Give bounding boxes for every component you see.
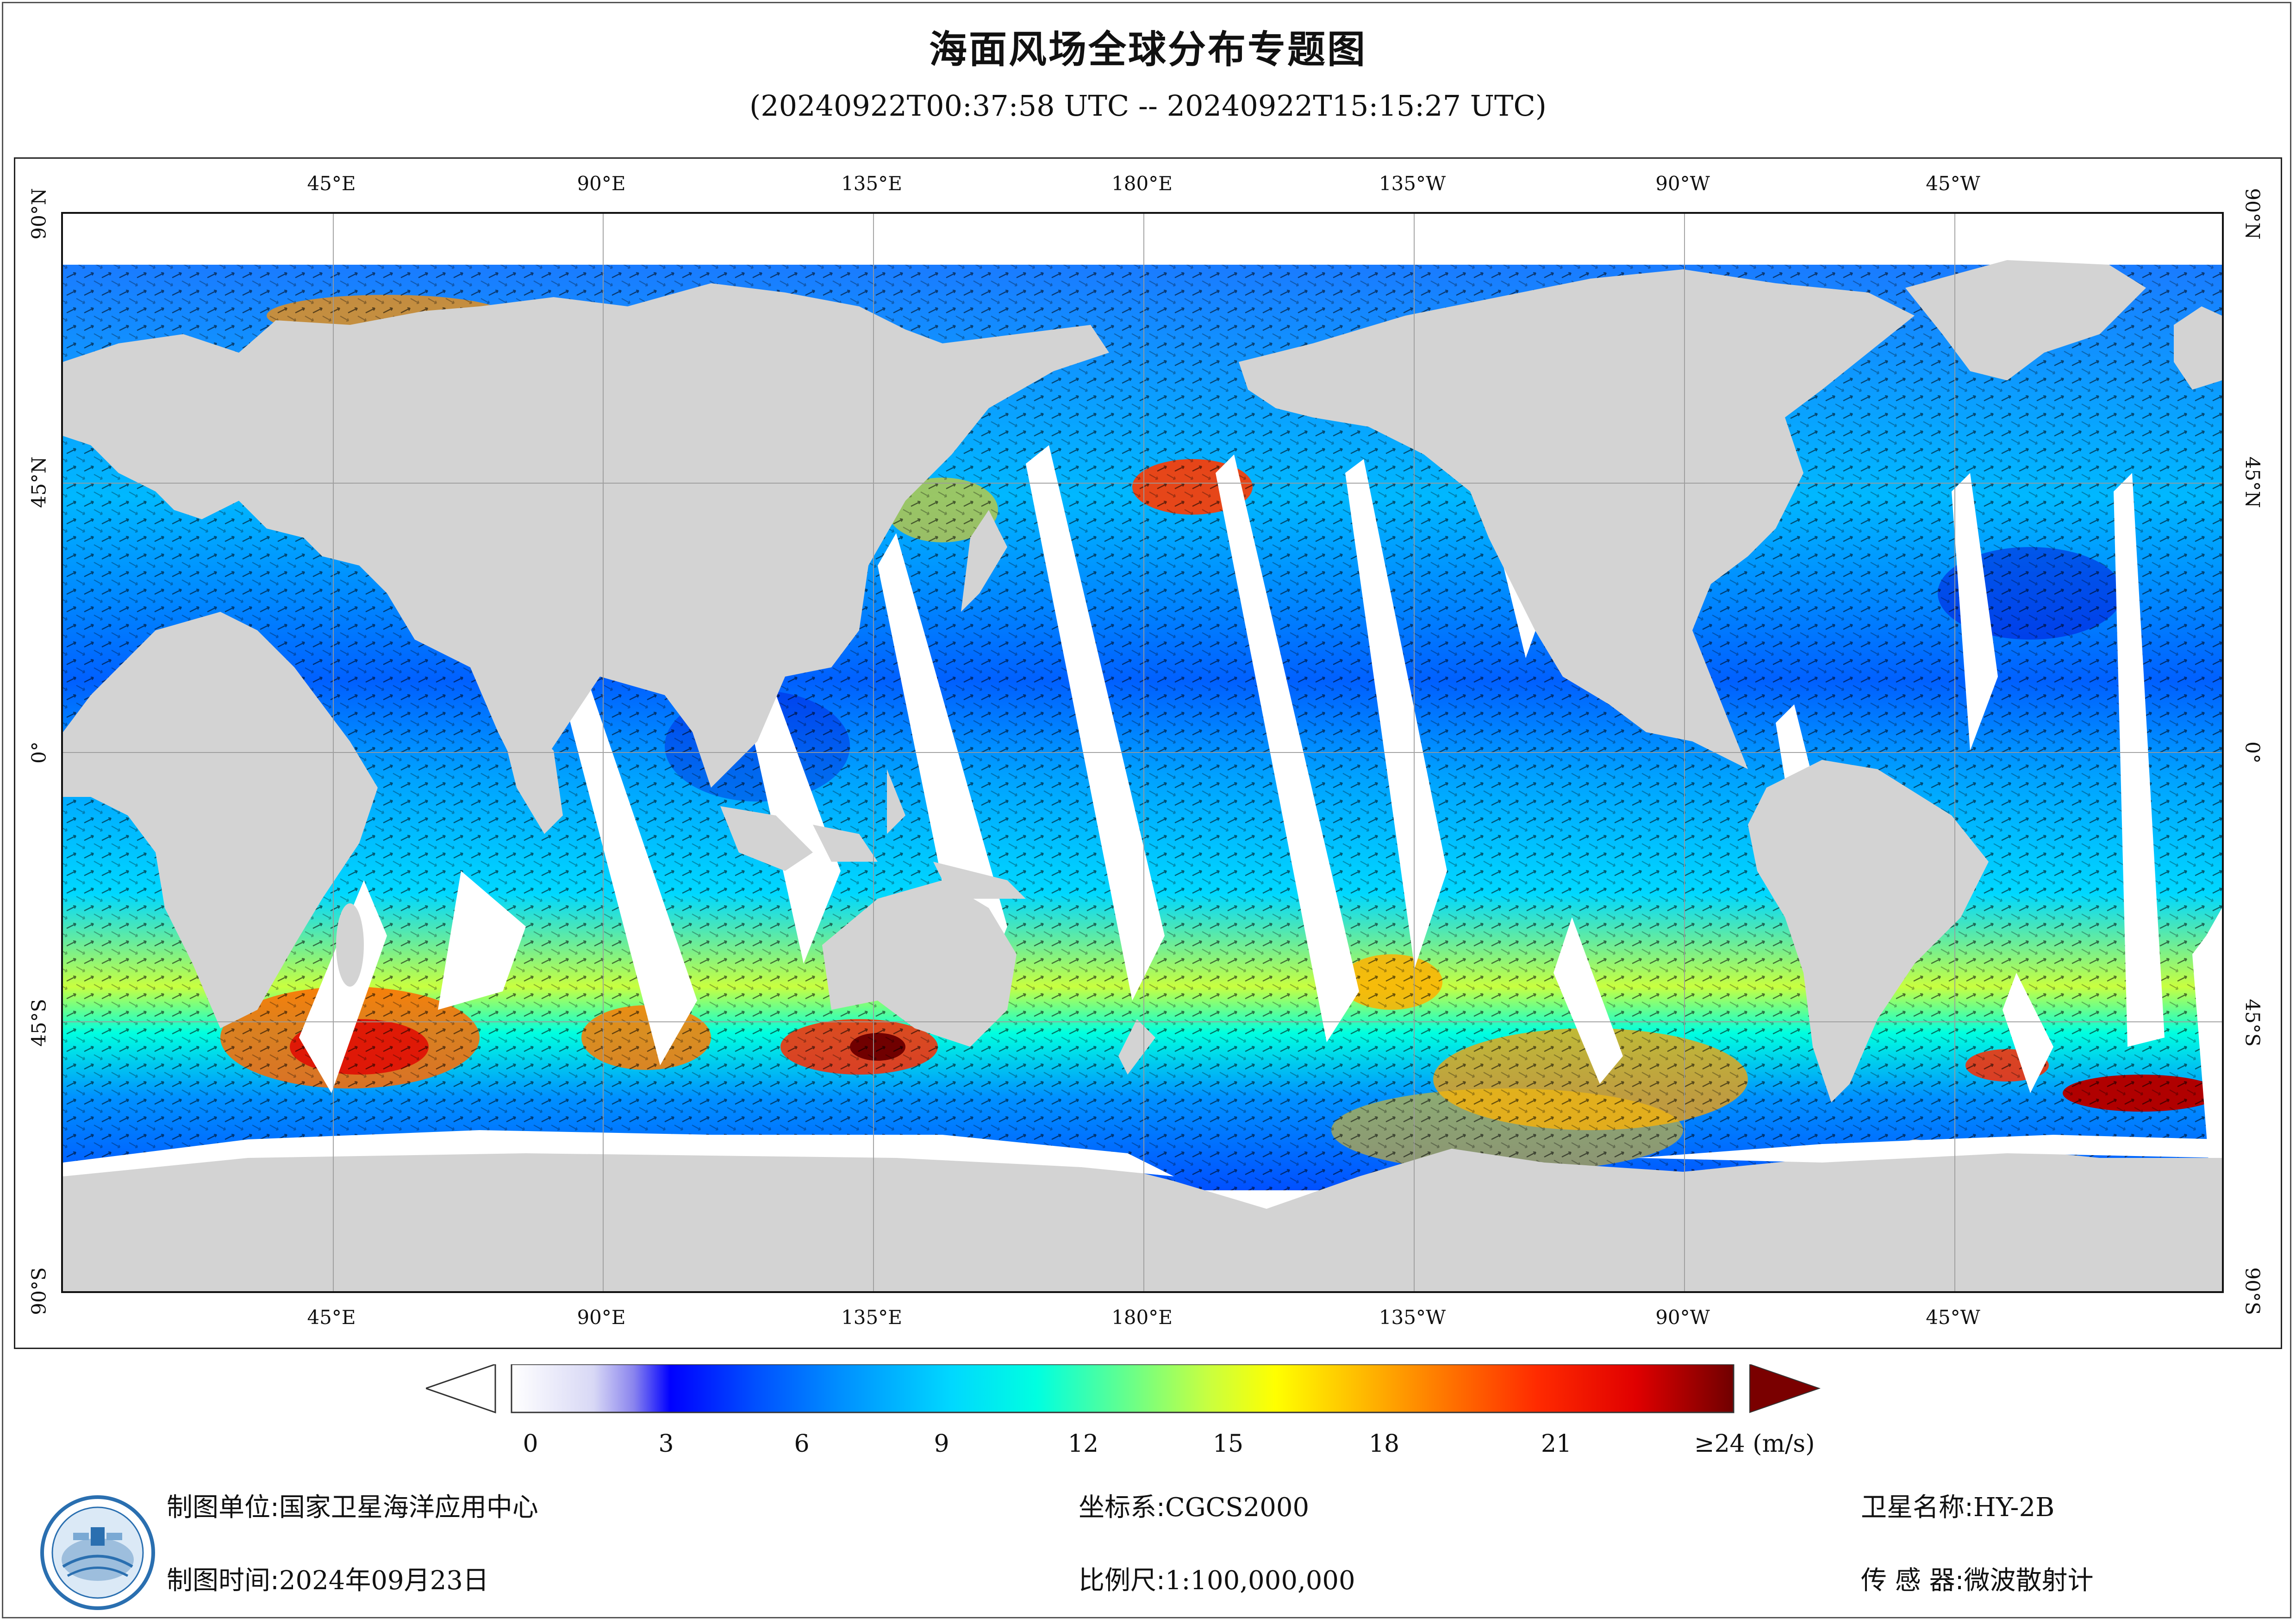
scale-value: 1:100,000,000 <box>1165 1566 1355 1596</box>
lat-label-left-90n: 90°N <box>27 188 50 240</box>
lon-label-bottom-45w: 45°W <box>1926 1306 1980 1329</box>
lon-label-top-45w: 45°W <box>1926 172 1980 195</box>
lon-label-top-45e: 45°E <box>307 172 356 195</box>
lon-label-top-135e: 135°E <box>841 172 902 195</box>
lon-label-bottom-90e: 90°E <box>577 1306 626 1329</box>
lat-label-left-90s: 90°S <box>27 1267 50 1315</box>
lon-label-bottom-135e: 135°E <box>841 1306 902 1329</box>
colorbar-tick-15: 15 <box>1212 1430 1244 1458</box>
colorbar-tick-0: 0 <box>523 1430 538 1458</box>
colorbar-tick-3: 3 <box>658 1430 674 1458</box>
production-date-key: 制图时间: <box>167 1566 279 1596</box>
production-date: 制图时间:2024年09月23日 <box>167 1560 489 1597</box>
wind-field-map <box>61 212 2224 1293</box>
sensor-value: 微波散射计 <box>1964 1566 2094 1596</box>
colorbar-under-arrow <box>424 1363 496 1414</box>
colorbar-svg <box>424 1363 1821 1414</box>
satellite-value: HY-2B <box>1973 1492 2055 1523</box>
crs-key: 坐标系: <box>1079 1492 1165 1523</box>
wind-field-map-svg <box>63 214 2222 1291</box>
nsoas-logo-icon <box>40 1495 155 1610</box>
production-date-value: 2024年09月23日 <box>279 1566 489 1596</box>
colorbar-legend <box>424 1363 1833 1429</box>
colorbar-tick-9: 9 <box>934 1430 949 1458</box>
lon-label-bottom-90w: 90°W <box>1655 1306 1710 1329</box>
colorbar-gradient <box>511 1363 1734 1413</box>
lon-label-top-90w: 90°W <box>1655 172 1710 195</box>
satellite-info: 卫星名称:HY-2B <box>1861 1486 2054 1524</box>
scale-key: 比例尺: <box>1079 1566 1165 1596</box>
lat-label-left-45s: 45°S <box>27 999 50 1047</box>
lon-label-top-90e: 90°E <box>577 172 626 195</box>
scale-info: 比例尺:1:100,000,000 <box>1079 1560 1355 1597</box>
lon-label-top-180e: 180°E <box>1111 172 1173 195</box>
madagascar-landmass <box>336 903 364 987</box>
lon-label-top-135w: 135°W <box>1379 172 1446 195</box>
lat-label-right-45s: 45°S <box>2241 999 2264 1047</box>
lat-label-right-0: 0° <box>2241 741 2264 764</box>
colorbar-unit: (m/s) <box>1753 1430 1815 1458</box>
colorbar-tick-12: 12 <box>1067 1430 1099 1458</box>
colorbar-tick-6: 6 <box>794 1430 810 1458</box>
lon-label-bottom-45e: 45°E <box>307 1306 356 1329</box>
lon-label-bottom-180e: 180°E <box>1111 1306 1173 1329</box>
colorbar-over-arrow <box>1749 1363 1821 1413</box>
crs-info: 坐标系:CGCS2000 <box>1079 1486 1309 1524</box>
page-title: 海面风场全球分布专题图 <box>929 28 1367 72</box>
producer-key: 制图单位: <box>167 1492 279 1523</box>
lat-label-left-0: 0° <box>27 741 50 764</box>
time-range-subtitle: (20240922T00:37:58 UTC -- 20240922T15:15… <box>749 89 1547 123</box>
colorbar-tick-18: 18 <box>1368 1430 1400 1458</box>
lat-label-right-90n: 90°N <box>2241 188 2264 240</box>
crs-value: CGCS2000 <box>1165 1492 1310 1523</box>
satellite-key: 卫星名称: <box>1861 1492 1973 1523</box>
sensor-info: 传 感 器:微波散射计 <box>1861 1560 2093 1597</box>
colorbar-max-label: ≥24 (m/s) <box>1694 1430 1815 1458</box>
lon-label-bottom-135w: 135°W <box>1379 1306 1446 1329</box>
colorbar-max-value: ≥24 <box>1694 1430 1745 1458</box>
lat-label-right-90s: 90°S <box>2241 1267 2264 1315</box>
colorbar-tick-21: 21 <box>1541 1430 1572 1458</box>
producer-info: 制图单位:国家卫星海洋应用中心 <box>167 1486 538 1524</box>
lat-label-right-45n: 45°N <box>2241 456 2264 508</box>
sensor-key: 传 感 器: <box>1861 1566 1964 1596</box>
lat-label-left-45n: 45°N <box>27 456 50 508</box>
producer-value: 国家卫星海洋应用中心 <box>279 1492 538 1523</box>
